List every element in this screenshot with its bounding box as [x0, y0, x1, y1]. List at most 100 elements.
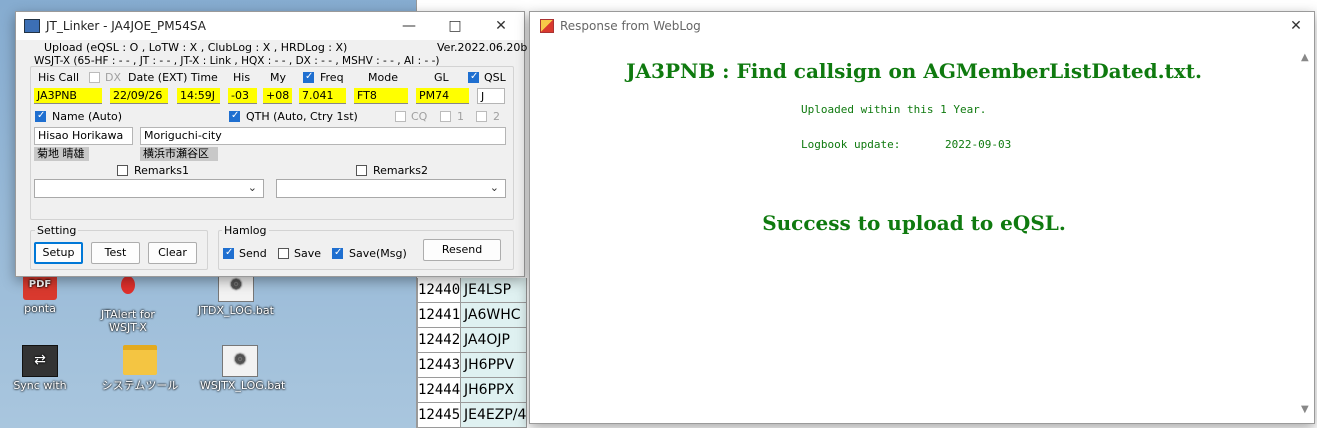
dx-checkbox[interactable]	[89, 72, 100, 83]
resend-button[interactable]: Resend	[423, 239, 501, 261]
name-auto-label: Name (Auto)	[52, 110, 123, 123]
qth-field[interactable]: Moriguchi-city	[140, 127, 506, 145]
sync-app-icon: ⇄	[22, 345, 58, 377]
qsl-via-field[interactable]: J	[477, 88, 505, 104]
weblog-titlebar[interactable]: Response from WebLog ✕	[530, 12, 1314, 40]
remarks2-label: Remarks2	[373, 164, 428, 177]
date-field[interactable]: 22/09/26	[110, 88, 168, 104]
logbook-update-date: 2022-09-03	[945, 138, 1012, 151]
cq-label: CQ	[411, 110, 428, 123]
weblog-close-button[interactable]: ✕	[1278, 12, 1314, 40]
his-call-header: His Call	[38, 71, 80, 84]
success-message: Success to upload to eQSL.	[762, 211, 1066, 235]
remarks1-checkbox[interactable]	[117, 165, 128, 176]
weblog-heading: JA3PNB : Find callsign on AGMemberListDa…	[626, 59, 1202, 83]
desktop-icon-label: JTAlert for WSJT-X	[101, 308, 155, 334]
test-button[interactable]: Test	[91, 242, 140, 264]
date-time-header: Date (EXT) Time	[128, 71, 218, 84]
maximize-button[interactable]: □	[432, 12, 478, 40]
logbook-update-label: Logbook update:	[801, 138, 901, 151]
desktop-icon-sync[interactable]: ⇄ Sync with	[0, 345, 80, 392]
table-row[interactable]: 12444 JH6PPX	[417, 378, 547, 403]
freq-field[interactable]: 7.041	[299, 88, 346, 104]
qth-kanji: 横浜市瀬谷区	[140, 147, 218, 161]
remarks2-dropdown[interactable]: ⌄	[276, 179, 506, 198]
table-row[interactable]: 12440 JE4LSP	[417, 278, 547, 303]
send-label: Send	[239, 247, 267, 260]
chevron-down-icon: ⌄	[489, 181, 499, 194]
jt-linker-titlebar[interactable]: JT_Linker - JA4JOE_PM54SA — □ ✕	[16, 12, 524, 40]
weblog-scrollbar[interactable]: ▲ ▼	[1298, 42, 1314, 423]
desktop-icon-label: WSJTX_LOG.bat	[200, 379, 286, 392]
callsign-cell[interactable]: JA6WHC	[461, 303, 527, 328]
my-report-field[interactable]: +08	[263, 88, 292, 104]
jt-linker-app-icon	[24, 19, 40, 33]
remarks1-dropdown[interactable]: ⌄	[34, 179, 264, 198]
table-row[interactable]: 12441 JA6WHC	[417, 303, 547, 328]
row-number: 12441	[417, 303, 461, 328]
scroll-down-icon[interactable]: ▼	[1301, 404, 1309, 415]
batch-file-icon: ⚙	[222, 345, 258, 377]
cq-checkbox[interactable]	[395, 111, 406, 122]
hamlog-label: Hamlog	[222, 224, 269, 237]
upload-status: Upload (eQSL : O , LoTW : X , ClubLog : …	[44, 41, 348, 54]
qth-auto-label: QTH (Auto, Ctry 1st)	[246, 110, 358, 123]
desktop-icon-label: システムツール	[101, 379, 179, 392]
desktop-icon-jtdx-log[interactable]: ⚙ JTDX_LOG.bat	[196, 270, 276, 317]
close-icon: ✕	[1290, 18, 1302, 34]
option-2-checkbox[interactable]	[476, 111, 487, 122]
freq-checkbox[interactable]	[303, 71, 314, 83]
his-report-header: His	[233, 71, 251, 84]
row-number: 12442	[417, 328, 461, 353]
desktop-icon-label: Sync with	[13, 379, 67, 392]
callsign-cell[interactable]: JH6PPV	[461, 353, 527, 378]
desktop-icon-jtalert[interactable]: JTAlert for WSJT-X	[88, 270, 168, 334]
weblog-window: Response from WebLog ✕ JA3PNB : Find cal…	[529, 11, 1315, 424]
send-checkbox[interactable]	[223, 247, 234, 259]
table-row[interactable]: 12445 JE4EZP/4	[417, 403, 547, 428]
save-label: Save	[294, 247, 322, 260]
minimize-button[interactable]: —	[386, 12, 432, 40]
name-kanji: 菊地 晴雄	[34, 147, 89, 161]
chevron-down-icon: ⌄	[247, 181, 257, 194]
his-report-field[interactable]: -03	[228, 88, 257, 104]
his-call-field[interactable]: JA3PNB	[34, 88, 102, 104]
row-number: 12444	[417, 378, 461, 403]
desktop-icon-label: ponta	[24, 302, 56, 315]
remarks2-checkbox[interactable]	[356, 165, 367, 176]
mode-field[interactable]: FT8	[354, 88, 408, 104]
version-label: Ver.2022.06.20b	[437, 41, 528, 54]
callsign-cell[interactable]: JE4EZP/4	[461, 403, 527, 428]
qsl-header: QSL	[484, 71, 506, 84]
folder-icon	[123, 345, 157, 375]
option-1-checkbox[interactable]	[440, 111, 451, 122]
table-row[interactable]: 12443 JH6PPV	[417, 353, 547, 378]
scroll-up-icon[interactable]: ▲	[1301, 52, 1309, 63]
close-icon: ✕	[495, 18, 507, 34]
close-button[interactable]: ✕	[478, 12, 524, 40]
option-1-label: 1	[457, 110, 464, 123]
qsl-checkbox[interactable]	[468, 71, 479, 83]
save-checkbox[interactable]	[278, 248, 289, 259]
table-row[interactable]: 12442 JA4OJP	[417, 328, 547, 353]
desktop-icon-wsjtx-log[interactable]: ⚙ WSJTX_LOG.bat	[200, 345, 286, 392]
save-msg-checkbox[interactable]	[332, 247, 343, 259]
minimize-icon: —	[402, 18, 416, 34]
callsign-cell[interactable]: JH6PPX	[461, 378, 527, 403]
callsign-cell[interactable]: JA4OJP	[461, 328, 527, 353]
name-field[interactable]: Hisao Horikawa	[34, 127, 133, 145]
uploaded-within-text: Uploaded within this 1 Year.	[801, 103, 987, 116]
save-msg-label: Save(Msg)	[349, 247, 407, 260]
row-number: 12445	[417, 403, 461, 428]
grid-locator-field[interactable]: PM74	[416, 88, 469, 104]
time-field[interactable]: 14:59J	[177, 88, 220, 104]
desktop-icon-system-tools[interactable]: システムツール	[100, 345, 180, 393]
clear-button[interactable]: Clear	[148, 242, 197, 264]
name-auto-checkbox[interactable]	[35, 110, 46, 122]
option-2-label: 2	[493, 110, 500, 123]
my-report-header: My	[270, 71, 287, 84]
row-number: 12443	[417, 353, 461, 378]
setup-button[interactable]: Setup	[34, 242, 83, 264]
qth-auto-checkbox[interactable]	[229, 110, 240, 122]
callsign-cell[interactable]: JE4LSP	[461, 278, 527, 303]
